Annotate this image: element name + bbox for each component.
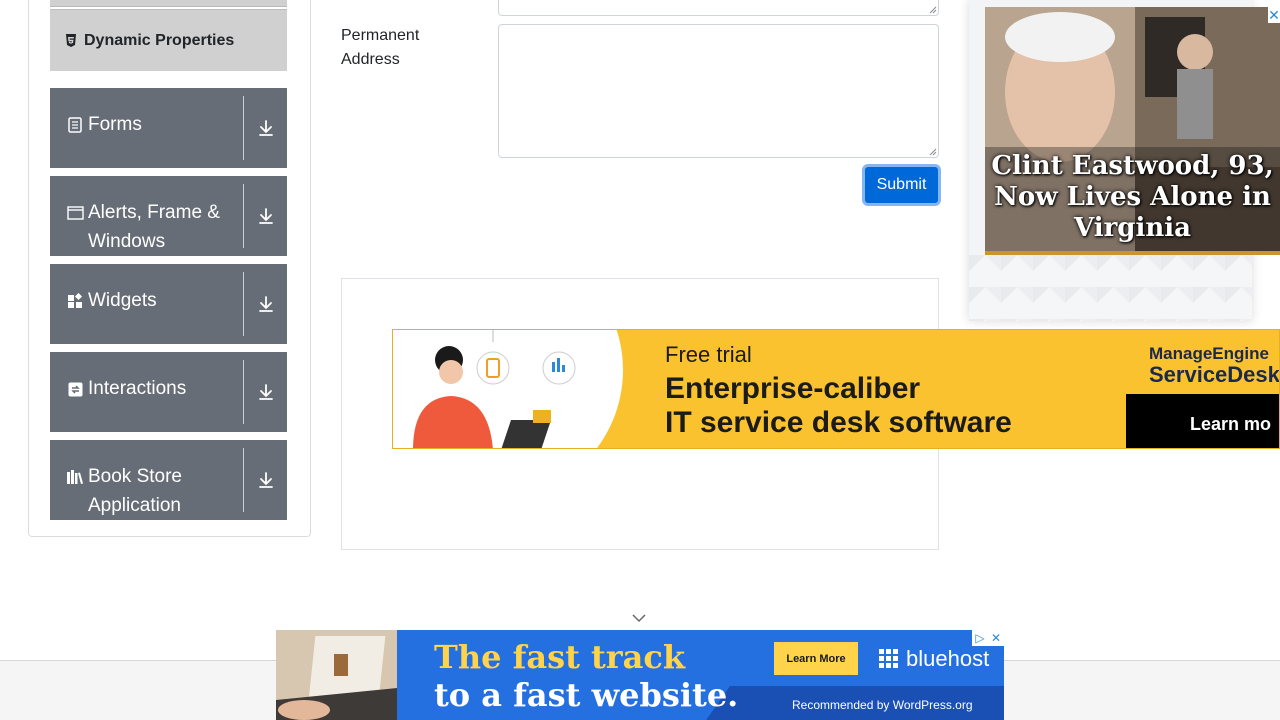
banner-ad[interactable]: Free trial Enterprise-caliber IT service… xyxy=(392,329,1280,449)
chevron-down-icon[interactable] xyxy=(631,612,647,624)
download-icon[interactable] xyxy=(256,118,276,138)
sidebar-group-label: Book Store Application xyxy=(88,466,182,516)
sidebar-item-label: Dynamic Properties xyxy=(84,31,235,49)
sidebar-group-label: Interactions xyxy=(88,378,187,399)
sidebar-group-label: Widgets xyxy=(88,290,157,311)
close-icon[interactable]: ✕ xyxy=(1268,7,1280,23)
bluehost-logo: bluehost xyxy=(878,646,989,672)
sidebar-item-previous[interactable] xyxy=(50,0,287,7)
ad-background-pattern xyxy=(969,255,1252,321)
download-icon[interactable] xyxy=(256,470,276,490)
ad-choices[interactable]: ▷ ✕ xyxy=(972,630,1004,646)
window-icon xyxy=(66,204,84,222)
permanent-address-label: Permanent Address xyxy=(341,27,420,68)
sidebar-group-alerts[interactable]: Alerts, Frame & Windows xyxy=(50,176,287,256)
grid-logo-icon xyxy=(879,649,898,668)
side-ad-headline: Clint Eastwood, 93, Now Lives Alone in V… xyxy=(991,151,1274,243)
bottom-ad-line-1: The fast track xyxy=(434,638,686,676)
document-icon xyxy=(66,116,84,134)
download-icon[interactable] xyxy=(256,382,276,402)
side-ad-image[interactable]: Clint Eastwood, 93, Now Lives Alone in V… xyxy=(985,7,1280,255)
banner-learn-more-button[interactable]: Learn mo xyxy=(1126,394,1279,448)
group-divider xyxy=(243,184,244,248)
group-divider xyxy=(243,96,244,160)
laptop-image xyxy=(276,630,397,720)
submit-button[interactable]: Submit xyxy=(862,164,941,206)
books-icon xyxy=(66,468,84,486)
widgets-icon xyxy=(66,292,84,310)
bottom-ad[interactable]: The fast track to a fast website. Learn … xyxy=(276,630,1004,720)
banner-brand-top: ManageEngine xyxy=(1149,344,1269,363)
adchoices-icon[interactable]: ▷ xyxy=(972,630,988,646)
sidebar-group-book-store[interactable]: Book Store Application xyxy=(50,440,287,520)
sidebar-group-label: Alerts, Frame & Windows xyxy=(88,202,220,252)
download-icon[interactable] xyxy=(256,206,276,226)
support-agent-illustration xyxy=(413,330,576,448)
sidebar-group-interactions[interactable]: Interactions xyxy=(50,352,287,432)
banner-brand-bottom: ServiceDesk xyxy=(1149,362,1280,387)
sidebar-group-widgets[interactable]: Widgets xyxy=(50,264,287,344)
bottom-ad-line-2: to a fast website. xyxy=(434,676,739,714)
close-icon[interactable]: ✕ xyxy=(988,630,1004,646)
permanent-address-textarea[interactable] xyxy=(498,24,939,158)
bluehost-brand: bluehost xyxy=(906,646,990,671)
group-divider xyxy=(243,448,244,512)
bottom-ad-learn-more-button[interactable]: Learn More xyxy=(774,642,858,675)
group-divider xyxy=(243,272,244,336)
sidebar-item-dynamic-properties[interactable]: Dynamic Properties xyxy=(50,9,287,71)
banner-headline-2: IT service desk software xyxy=(665,406,1012,439)
bottom-ad-recommended: Recommended by WordPress.org xyxy=(792,698,973,712)
page: Dynamic Properties Forms Alerts, Frame &… xyxy=(0,0,1280,720)
sidebar-group-forms[interactable]: Forms xyxy=(50,88,287,168)
current-address-textarea[interactable] xyxy=(498,0,939,16)
banner-headline-1: Enterprise-caliber xyxy=(665,372,921,405)
resize-grip-icon[interactable] xyxy=(929,6,937,14)
banner-free-trial: Free trial xyxy=(665,342,752,367)
resize-grip-icon[interactable] xyxy=(929,148,937,156)
html5-shield-icon xyxy=(64,34,78,48)
interaction-arrows-icon xyxy=(66,380,84,398)
sidebar-group-label: Forms xyxy=(88,114,142,135)
download-icon[interactable] xyxy=(256,294,276,314)
group-divider xyxy=(243,360,244,424)
